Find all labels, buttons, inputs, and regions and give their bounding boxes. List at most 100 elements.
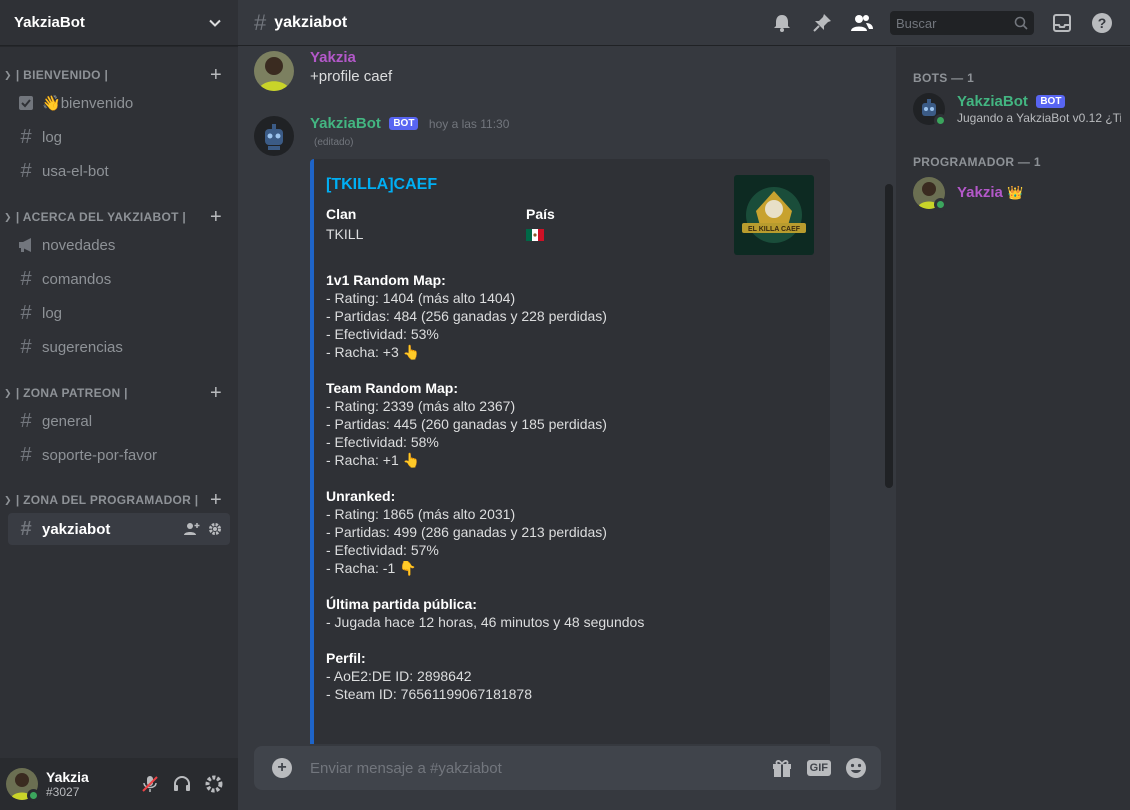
server-header[interactable]: YakziaBot [0,0,238,46]
channel-usa-el-bot[interactable]: # usa-el-bot [8,155,230,187]
caret-icon: ❯ [4,69,12,80]
search-input[interactable]: Buscar [890,11,1034,35]
avatar[interactable] [6,768,40,802]
stat-line: - Rating: 1404 (más alto 1404) [326,290,516,306]
caret-icon: ❯ [4,387,12,398]
hash-icon: # [254,9,267,35]
field-name: País [526,206,555,222]
clan-logo-image[interactable]: EL KILLA CAEF [734,175,814,255]
section-heading: Última partida pública: [326,596,477,612]
add-channel-icon[interactable]: + [210,383,222,403]
add-channel-icon[interactable]: + [210,65,222,85]
message-author[interactable]: YakziaBot [310,115,381,132]
add-attachment-icon[interactable]: + [272,758,292,778]
channel-general[interactable]: # general [8,405,230,437]
avatar[interactable] [254,51,294,91]
mic-muted-icon [142,776,158,792]
mute-mic-button[interactable] [134,768,166,800]
avatar [913,177,947,211]
username: Yakzia [46,769,89,785]
channel-log-2[interactable]: # log [8,297,230,329]
help-icon: ? [1092,13,1112,33]
channel-label: sugerencias [42,338,123,356]
message-composer[interactable]: + Enviar mensaje a #yakziabot GIF [254,746,881,790]
hash-icon: # [20,335,32,358]
member-list-button[interactable] [850,11,874,35]
help-button[interactable]: ? [1090,11,1114,35]
add-channel-icon[interactable]: + [210,207,222,227]
smile-icon [846,758,866,778]
stat-line: - Steam ID: 76561199067181878 [326,686,533,702]
bot-badge: BOT [1036,95,1066,108]
category-acerca[interactable]: ❯ | ACERCA DEL YAKZIABOT | + [0,207,238,227]
chat-scrollbar[interactable] [885,184,893,488]
stat-line: - Efectividad: 58% [326,434,439,450]
stat-line: - Rating: 2339 (más alto 2367) [326,398,516,414]
emoji-button[interactable] [845,757,867,779]
stat-line: - AoE2:DE ID: 2898642 [326,668,472,684]
user-settings-button[interactable] [198,768,230,800]
svg-text:EL KILLA CAEF: EL KILLA CAEF [748,226,801,233]
channel-sugerencias[interactable]: # sugerencias [8,331,230,363]
channel-label: comandos [42,270,112,288]
embed-field-pais: País [526,205,555,245]
channel-label: log [42,304,63,322]
section-heading: Team Random Map: [326,380,458,396]
section-heading: 1v1 Random Map: [326,272,446,288]
stat-line: - Racha: +3 👆 [326,344,421,360]
member-name: YakziaBot [957,93,1028,110]
member-activity: Jugando a YakziaBot v0.12 ¿Ti... [957,111,1121,125]
hash-icon: # [20,301,32,324]
channel-bienvenido[interactable]: 👋 bienvenido [8,87,230,119]
channel-header: # yakziabot Buscar ? [238,0,1130,46]
message-input[interactable]: Enviar mensaje a #yakziabot [310,760,771,777]
stats-section-unranked: Unranked: - Rating: 1865 (más alto 2031)… [326,487,806,577]
hash-icon: # [20,409,32,432]
stat-line: - Partidas: 445 (260 ganadas y 185 perdi… [326,416,607,432]
stat-line: - Efectividad: 53% [326,326,439,342]
hash-icon: # [20,267,32,290]
category-label: | ACERCA DEL YAKZIABOT | [15,210,186,224]
channel-comandos[interactable]: # comandos [8,263,230,295]
hash-icon: # [20,125,32,148]
user-tag: #3027 [46,785,80,799]
channel-soporte[interactable]: # soporte-por-favor [8,439,230,471]
headphones-icon [174,776,190,791]
channel-novedades[interactable]: novedades [8,229,230,261]
member-group-programador: PROGRAMADOR — 1 [913,155,1041,169]
search-icon [1014,16,1028,30]
channel-sidebar: YakziaBot ❯ | BIENVENIDO | + 👋 bienvenido… [0,0,238,810]
wave-emoji: 👋 [42,95,61,112]
channel-label: bienvenido [60,94,134,112]
gift-button[interactable] [771,757,793,779]
add-channel-icon[interactable]: + [210,490,222,510]
notifications-button[interactable] [770,11,794,35]
channel-yakziabot[interactable]: # yakziabot [8,513,230,545]
pinned-button[interactable] [810,11,834,35]
gear-icon[interactable] [208,522,222,536]
message-author[interactable]: Yakzia [310,49,810,66]
message-text: +profile caef [310,68,393,85]
chevron-down-icon[interactable] [208,16,222,30]
category-patreon[interactable]: ❯ | ZONA PATREON | + [0,383,238,403]
bot-badge: BOT [389,117,419,130]
member-yakziabot[interactable]: YakziaBot BOT Jugando a YakziaBot v0.12 … [913,88,1125,130]
avatar [913,93,947,127]
category-programador[interactable]: ❯ | ZONA DEL PROGRAMADOR | + [0,490,238,510]
hash-icon: # [20,159,32,182]
gif-button[interactable]: GIF [806,760,831,776]
channel-label: usa-el-bot [42,162,109,180]
embed-title[interactable]: [TKILLA]CAEF [326,176,437,194]
member-yakzia[interactable]: Yakzia 👑 [913,172,1125,214]
field-value: TKILL [326,226,364,242]
inbox-button[interactable] [1050,11,1074,35]
server-name: YakziaBot [14,14,85,31]
section-heading: Perfil: [326,650,366,666]
avatar[interactable] [254,116,294,156]
member-group-bots: BOTS — 1 [913,71,975,85]
invite-user-icon[interactable] [184,522,200,536]
deafen-button[interactable] [166,768,198,800]
category-bienvenido[interactable]: ❯ | BIENVENIDO | + [0,65,238,85]
member-list: BOTS — 1 YakziaBot BOT Jugando a YakziaB… [896,47,1130,810]
channel-log[interactable]: # log [8,121,230,153]
